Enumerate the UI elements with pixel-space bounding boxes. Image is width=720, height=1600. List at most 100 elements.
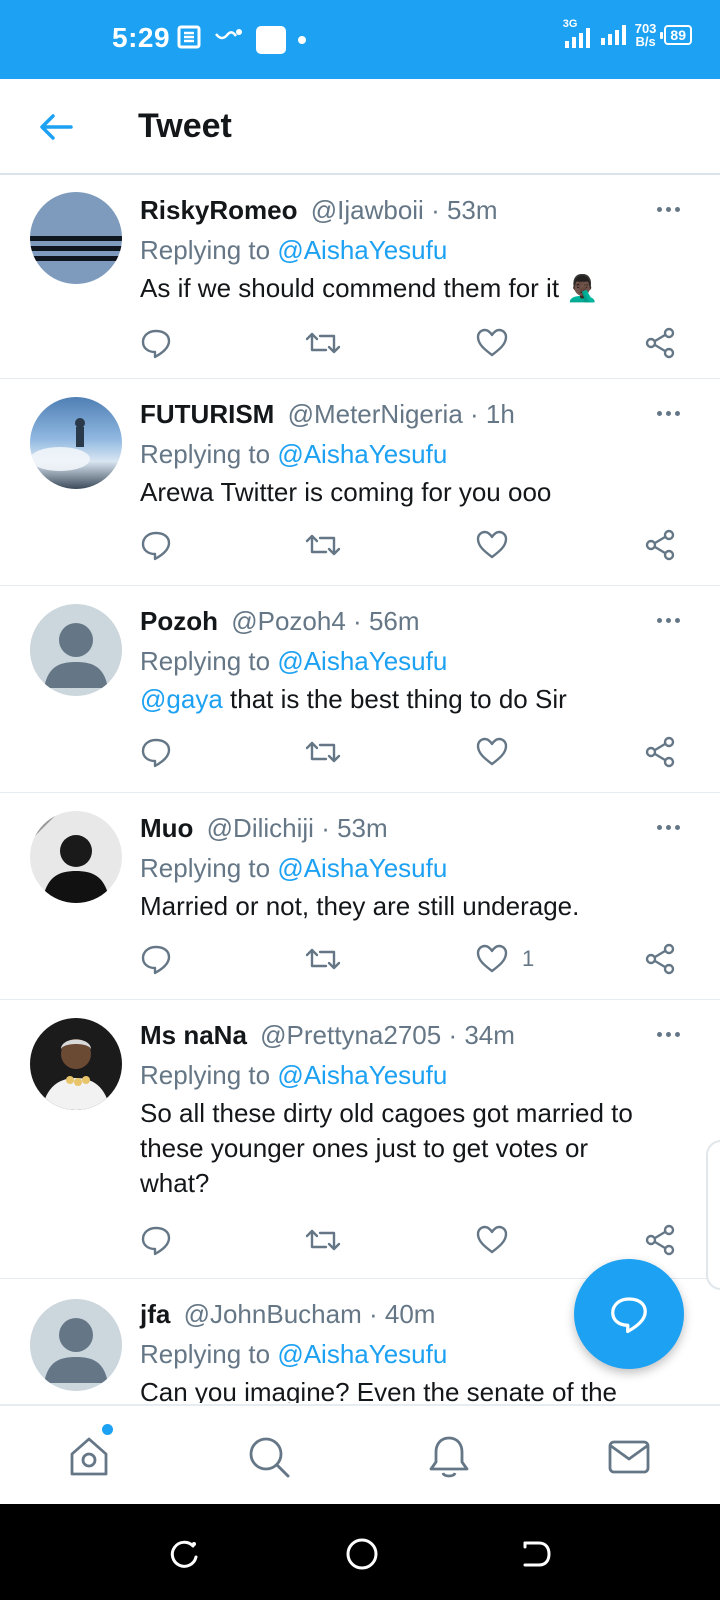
author-name[interactable]: FUTURISM [140, 399, 274, 429]
tweet-item[interactable]: Muo @Dilichiji · 53m Replying to @AishaY… [0, 793, 720, 1000]
author-handle: @Pozoh4 [231, 606, 346, 636]
author-name[interactable]: Muo [140, 813, 193, 843]
share-button[interactable] [644, 525, 676, 565]
tweet-item[interactable]: FUTURISM @MeterNigeria · 1h Replying to … [0, 379, 720, 586]
author-name[interactable]: Ms naNa [140, 1020, 247, 1050]
app-header: Tweet [0, 79, 720, 175]
avatar[interactable] [30, 1018, 122, 1110]
author-name[interactable]: RiskyRomeo [140, 195, 298, 225]
tweet-text: As if we should commend them for it 🤦🏿‍♂… [140, 273, 599, 303]
avatar[interactable] [30, 1299, 122, 1391]
messages-icon [608, 1440, 650, 1474]
heart-icon [476, 737, 508, 766]
like-button[interactable] [476, 525, 508, 565]
share-button[interactable] [644, 939, 676, 979]
author-handle: @Ijawboii [310, 195, 424, 225]
nav-messages[interactable] [604, 1432, 654, 1482]
replying-mention[interactable]: @AishaYesufu [277, 1339, 447, 1369]
inline-mention[interactable]: @gaya [140, 684, 223, 714]
replying-mention[interactable]: @AishaYesufu [277, 1060, 447, 1090]
replying-mention[interactable]: @AishaYesufu [277, 439, 447, 469]
tweet-actions [140, 1220, 692, 1260]
tweet-item[interactable]: Pozoh @Pozoh4 · 56m Replying to @AishaYe… [0, 586, 720, 793]
replying-mention[interactable]: @AishaYesufu [277, 853, 447, 883]
compose-reply-button[interactable] [574, 1259, 684, 1369]
author-handle: @Prettyna2705 [260, 1020, 442, 1050]
heart-icon [476, 328, 508, 357]
avatar[interactable] [30, 397, 122, 489]
avatar[interactable] [30, 604, 122, 696]
tweet-time: 34m [464, 1020, 515, 1050]
separator-dot: · [353, 606, 369, 636]
share-button[interactable] [644, 732, 676, 772]
recent-apps-button[interactable] [164, 1534, 204, 1574]
more-options-button[interactable] [648, 815, 688, 839]
replying-label: Replying to [140, 646, 271, 676]
home-system-button[interactable] [342, 1534, 382, 1574]
reply-button[interactable] [140, 1220, 172, 1260]
replying-label: Replying to [140, 1060, 271, 1090]
tweet-text-container: @gaya that is the best thing to do Sir [140, 682, 650, 717]
like-button[interactable] [476, 323, 508, 363]
net-speed: 703 B/s [635, 22, 657, 48]
back-system-button[interactable] [516, 1534, 556, 1574]
share-button[interactable] [644, 323, 676, 363]
nav-notifications[interactable] [424, 1432, 474, 1482]
tweet-item[interactable]: Ms naNa @Prettyna2705 · 34m Replying to … [0, 1000, 720, 1279]
retweet-button[interactable] [304, 939, 342, 979]
tweet-item[interactable]: RiskyRomeo @Ijawboii · 53m Replying to @… [0, 177, 720, 379]
retweet-button[interactable] [304, 732, 342, 772]
more-options-button[interactable] [648, 401, 688, 425]
side-panel-edge [706, 1140, 720, 1290]
more-options-button[interactable] [648, 608, 688, 632]
reply-button[interactable] [140, 732, 172, 772]
author-name[interactable]: jfa [140, 1299, 170, 1329]
page-title: Tweet [138, 107, 232, 145]
network-type: 3G [562, 18, 578, 30]
retweet-icon [305, 332, 341, 354]
comment-icon [141, 531, 171, 561]
author-handle: @MeterNigeria [287, 399, 463, 429]
tweet-actions [140, 323, 692, 363]
more-options-button[interactable] [648, 1022, 688, 1046]
app-notification-icon [214, 26, 244, 53]
reply-button[interactable] [140, 323, 172, 363]
reply-feed[interactable]: RiskyRomeo @Ijawboii · 53m Replying to @… [0, 177, 720, 1403]
more-options-button[interactable] [648, 197, 688, 221]
retweet-icon [305, 1229, 341, 1251]
tweet-actions [140, 732, 692, 772]
reply-button[interactable] [140, 525, 172, 565]
like-count: 1 [522, 946, 535, 971]
like-button[interactable]: 1 [476, 939, 534, 979]
recent-apps-icon [170, 1540, 198, 1568]
battery-icon: 89 [660, 25, 692, 45]
tweet-time: 53m [446, 195, 498, 225]
avatar[interactable] [30, 811, 122, 903]
heart-icon [476, 1225, 508, 1254]
status-system-icons: 3G 703 B/s 89 [563, 18, 692, 48]
separator-dot: · [448, 1020, 465, 1050]
like-button[interactable] [476, 732, 508, 772]
nav-search[interactable] [244, 1432, 294, 1482]
retweet-button[interactable] [304, 525, 342, 565]
compose-reply-icon [611, 1297, 647, 1334]
replying-to: Replying to @AishaYesufu [140, 437, 650, 471]
replying-mention[interactable]: @AishaYesufu [277, 235, 447, 265]
like-button[interactable] [476, 1220, 508, 1260]
status-time: 5:29 [112, 22, 171, 53]
avatar[interactable] [30, 192, 122, 284]
author-name[interactable]: Pozoh [140, 606, 218, 636]
share-icon [645, 1224, 675, 1256]
replying-mention[interactable]: @AishaYesufu [277, 646, 447, 676]
retweet-button[interactable] [304, 1220, 342, 1260]
share-button[interactable] [644, 1220, 676, 1260]
retweet-button[interactable] [304, 323, 342, 363]
replying-label: Replying to [140, 1339, 271, 1369]
reply-button[interactable] [140, 939, 172, 979]
nav-home[interactable] [64, 1432, 114, 1482]
replying-to: Replying to @AishaYesufu [140, 644, 650, 678]
back-button[interactable] [36, 107, 76, 147]
net-speed-unit: B/s [635, 34, 656, 49]
app-square-icon [256, 25, 286, 54]
tweet-time: 40m [384, 1299, 436, 1329]
